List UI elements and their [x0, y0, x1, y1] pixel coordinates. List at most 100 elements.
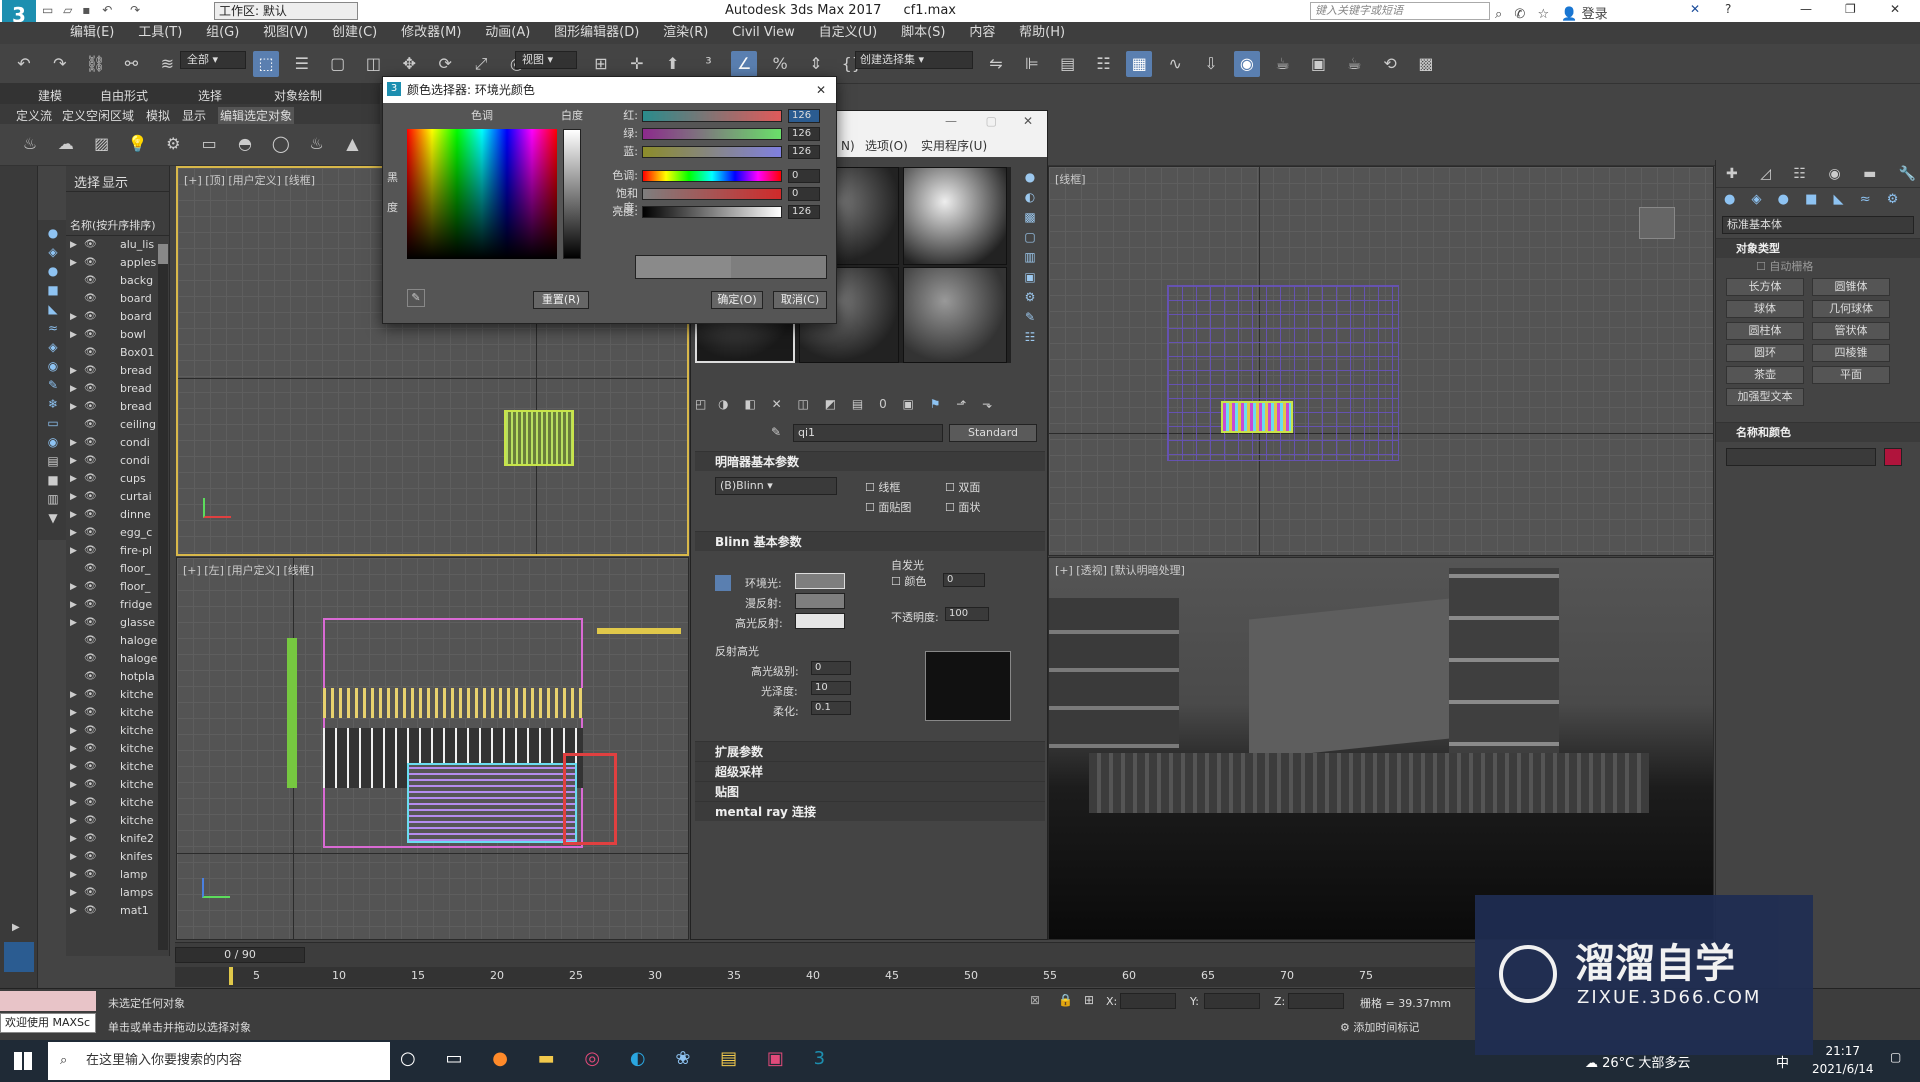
scene-item[interactable]: 👁 board — [66, 290, 169, 308]
redo-icon[interactable]: ↷ — [130, 3, 140, 17]
put-to-scene-icon[interactable]: ◑ — [718, 397, 728, 411]
opacity-input[interactable]: 100 — [945, 607, 989, 621]
scene-item[interactable]: ▶ 👁 kitche — [66, 758, 169, 776]
primitive-button[interactable]: 球体 — [1726, 300, 1804, 318]
schematic-view-icon[interactable]: ⇩ — [1198, 51, 1224, 77]
specular-color-swatch[interactable] — [795, 613, 845, 629]
primitive-button[interactable]: 四棱锥 — [1812, 344, 1890, 362]
helpers-filter-icon[interactable]: ◣ — [38, 300, 68, 319]
render-iterative-icon[interactable]: ⟲ — [1377, 51, 1403, 77]
scene-item[interactable]: ▶ 👁 kitche — [66, 776, 169, 794]
menu-edit[interactable]: 编辑(E) — [60, 22, 124, 44]
lights-category-icon[interactable]: ● — [1778, 192, 1789, 207]
scene-item[interactable]: ▶ 👁 floor_ — [66, 578, 169, 596]
bones-filter-icon[interactable]: ✎ — [38, 376, 68, 395]
assign-material-icon[interactable]: ◧ — [744, 397, 755, 411]
render-production-icon[interactable]: ☕ — [1341, 51, 1367, 77]
primitive-type-dropdown[interactable]: 标准基本体 — [1722, 216, 1914, 234]
color-eyedropper-icon[interactable]: ✎ — [407, 289, 425, 307]
manipulate-icon[interactable]: ✛ — [624, 51, 650, 77]
primitive-button[interactable]: 几何球体 — [1812, 300, 1890, 318]
exchange-icon[interactable]: ✕ — [1690, 2, 1700, 16]
expand-arrow-icon[interactable]: ▶ — [70, 794, 77, 812]
light-bulb-icon[interactable]: 💡 — [124, 131, 150, 157]
visibility-eye-icon[interactable]: 👁 — [84, 294, 97, 304]
cone-icon[interactable]: ▲ — [339, 131, 365, 157]
scene-item[interactable]: ▶ 👁 cups — [66, 470, 169, 488]
box-icon[interactable]: ▭ — [196, 131, 222, 157]
windows-start-icon[interactable] — [14, 1052, 32, 1070]
show-end-result-icon[interactable]: ⚑ — [930, 397, 941, 411]
systems-category-icon[interactable]: ⚙ — [1887, 192, 1899, 207]
viewport-left-label[interactable]: [+] [左] [用户定义] [线框] — [183, 562, 314, 578]
hue-slider[interactable] — [642, 170, 782, 182]
scene-item[interactable]: ▶ 👁 kitche — [66, 704, 169, 722]
visibility-eye-icon[interactable]: 👁 — [84, 348, 97, 358]
diffuse-color-swatch[interactable] — [795, 593, 845, 609]
soften-input[interactable]: 0.1 — [811, 701, 851, 715]
red-value-input[interactable]: 126 — [788, 109, 820, 123]
expand-arrow-icon[interactable]: ▶ — [70, 470, 77, 488]
scene-item[interactable]: ▶ 👁 lamp — [66, 866, 169, 884]
expand-arrow-icon[interactable]: ▶ — [70, 308, 77, 326]
visibility-eye-icon[interactable]: 👁 — [84, 726, 97, 736]
clock-date[interactable]: 2021/6/14 — [1812, 1060, 1874, 1078]
select-object-icon[interactable]: ⬚ — [253, 51, 279, 77]
visibility-eye-icon[interactable]: 👁 — [84, 312, 97, 322]
menu-views[interactable]: 视图(V) — [253, 22, 318, 44]
scene-scrollbar[interactable] — [158, 244, 168, 950]
rollout-supersampling[interactable]: 超级采样 — [695, 761, 1045, 781]
ribbon-tab-object-paint[interactable]: 对象绘制 — [274, 87, 322, 104]
expand-arrow-icon[interactable]: ▶ — [70, 866, 77, 884]
green-slider[interactable] — [642, 128, 782, 140]
expand-arrow-icon[interactable]: ▶ — [70, 848, 77, 866]
lights-filter-icon[interactable]: ● — [38, 262, 68, 281]
red-slider[interactable] — [642, 110, 782, 122]
expand-arrow-icon[interactable]: ▶ — [70, 704, 77, 722]
visibility-eye-icon[interactable]: 👁 — [84, 636, 97, 646]
viewport-front[interactable]: [线框] — [1048, 166, 1714, 556]
scene-item[interactable]: ▶ 👁 bread — [66, 362, 169, 380]
curve-editor-icon[interactable]: ∿ — [1162, 51, 1188, 77]
expand-arrow-icon[interactable]: ▶ — [70, 596, 77, 614]
wire-checkbox[interactable]: ☐ 线框 — [865, 479, 900, 495]
render-setup-icon[interactable]: ☕ — [1270, 51, 1296, 77]
select-by-material-icon[interactable]: ✎ — [1015, 307, 1045, 327]
helpers-category-icon[interactable]: ◣ — [1834, 192, 1844, 207]
rect-selection-icon[interactable]: ▢ — [325, 51, 351, 77]
percent-snap-icon[interactable]: % — [767, 51, 793, 77]
particles-filter-icon[interactable]: ❄ — [38, 395, 68, 414]
cloud-icon[interactable]: ☁ — [53, 131, 79, 157]
add-time-tag-button[interactable]: ⚙ 添加时间标记 — [1340, 1019, 1419, 1035]
y-coordinate-input[interactable] — [1204, 993, 1260, 1009]
angle-snap-icon[interactable]: ∠ — [731, 51, 758, 77]
isolate-icon[interactable]: ⊠ — [1030, 993, 1040, 1007]
scale-icon[interactable]: ⤢ — [468, 51, 494, 77]
visibility-eye-icon[interactable]: 👁 — [84, 456, 97, 466]
expand-arrow-icon[interactable]: ▶ — [70, 524, 77, 542]
expand-arrow-icon[interactable]: ▶ — [70, 254, 77, 272]
expand-arrow-icon[interactable]: ▶ — [70, 578, 77, 596]
shapes-category-icon[interactable]: ◈ — [1751, 192, 1761, 207]
scene-item[interactable]: 👁 ceiling — [66, 416, 169, 434]
expand-arrow-icon[interactable]: ▶ — [70, 902, 77, 920]
geometry-filter-icon[interactable]: ● — [38, 224, 68, 243]
visible-filter-icon[interactable]: ◉ — [38, 433, 68, 452]
visibility-eye-icon[interactable]: 👁 — [84, 870, 97, 880]
scene-item[interactable]: ▶ 👁 knife2 — [66, 830, 169, 848]
visibility-eye-icon[interactable]: 👁 — [84, 618, 97, 628]
visibility-eye-icon[interactable]: 👁 — [84, 240, 97, 250]
primitive-button[interactable]: 管状体 — [1812, 322, 1890, 340]
app-icon-3[interactable]: ▤ — [720, 1048, 737, 1069]
visibility-eye-icon[interactable]: 👁 — [84, 834, 97, 844]
backlight-icon[interactable]: ◐ — [1015, 187, 1045, 207]
app-icon-2[interactable]: ❀ — [675, 1048, 690, 1069]
expand-arrow-icon[interactable]: ▶ — [70, 812, 77, 830]
expand-arrow-icon[interactable]: ▶ — [70, 398, 77, 416]
shapes-filter-icon[interactable]: ◈ — [38, 243, 68, 262]
self-illum-color-checkbox[interactable]: ☐ 颜色 — [891, 573, 926, 589]
populate-edit-selected[interactable]: 编辑选定对象 — [218, 107, 295, 124]
expand-arrow-icon[interactable]: ▶ — [70, 488, 77, 506]
warps-filter-icon[interactable]: ≈ — [38, 319, 68, 338]
viewport-top-label[interactable]: [+] [顶] [用户定义] [线框] — [184, 172, 315, 188]
